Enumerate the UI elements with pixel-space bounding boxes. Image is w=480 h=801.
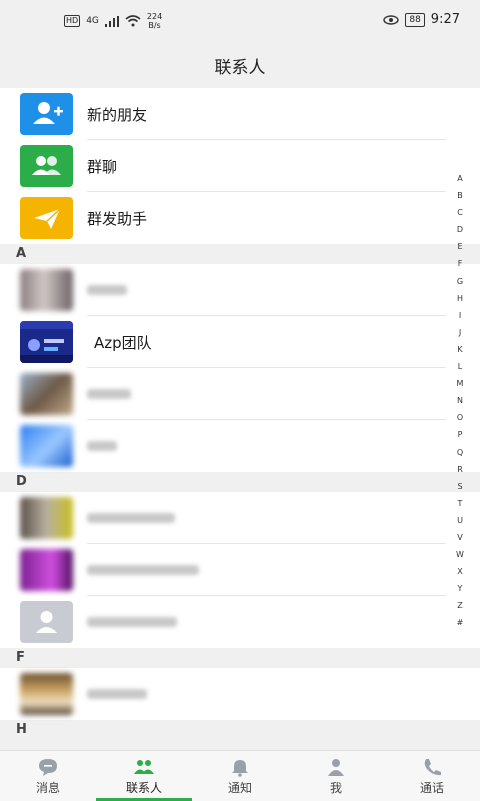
bell-icon	[232, 759, 248, 777]
index-letter[interactable]: R	[457, 461, 463, 478]
blurred-name	[87, 441, 117, 451]
blurred-name	[87, 617, 177, 627]
network-type: 4G	[86, 16, 99, 26]
status-bar: HD 4G 224 B/s 88 9:27	[0, 0, 480, 42]
tab-label: 通知	[227, 780, 252, 795]
add-friend-icon	[20, 93, 73, 135]
index-letter[interactable]: W	[456, 546, 464, 563]
avatar	[20, 549, 73, 591]
index-letter[interactable]: G	[457, 273, 463, 290]
phone-icon	[424, 758, 441, 775]
index-letter[interactable]: K	[457, 341, 462, 358]
index-letter[interactable]: U	[457, 512, 463, 529]
index-letter[interactable]: O	[457, 409, 463, 426]
group-icon	[20, 145, 73, 187]
index-letter[interactable]: A	[457, 170, 462, 187]
index-letter[interactable]: Y	[458, 580, 463, 597]
index-letter[interactable]: C	[457, 204, 463, 221]
tab-messages[interactable]: 消息	[0, 751, 96, 801]
tab-notifications[interactable]: 通知	[192, 751, 288, 801]
tab-contacts[interactable]: 联系人	[96, 751, 192, 801]
section-header: F	[0, 648, 480, 668]
feature-broadcast-assistant[interactable]: 群发助手	[0, 192, 480, 244]
avatar	[20, 673, 73, 715]
index-letter[interactable]: D	[457, 221, 463, 238]
index-letter[interactable]: Z	[457, 597, 462, 614]
contact-list[interactable]: 新的朋友 群聊 群发助手 A Azp团队 D F H	[0, 88, 480, 750]
contact-row[interactable]: Azp团队	[0, 316, 480, 368]
index-letter[interactable]: #	[457, 614, 464, 631]
avatar	[20, 373, 73, 415]
contacts-icon	[134, 759, 154, 774]
blurred-name	[87, 689, 147, 699]
tab-calls[interactable]: 通话	[384, 751, 480, 801]
default-avatar-icon	[20, 601, 73, 643]
index-letter[interactable]: H	[457, 290, 463, 307]
speed-unit: B/s	[148, 21, 161, 30]
status-left: HD 4G 224 B/s	[64, 12, 162, 30]
index-letter[interactable]: Q	[457, 444, 463, 461]
clock: 9:27	[430, 12, 460, 27]
tab-label: 通话	[419, 780, 444, 795]
contact-row[interactable]	[0, 420, 480, 472]
contact-row[interactable]	[0, 492, 480, 544]
index-letter[interactable]: J	[459, 324, 461, 341]
section-header: A	[0, 244, 480, 264]
feature-group-chat[interactable]: 群聊	[0, 140, 480, 192]
paper-plane-icon	[20, 197, 73, 239]
contact-name: Azp团队	[94, 333, 152, 352]
feature-label: 新的朋友	[87, 105, 148, 124]
contact-row[interactable]	[0, 668, 480, 720]
feature-new-friends[interactable]: 新的朋友	[0, 88, 480, 140]
index-letter[interactable]: P	[458, 426, 463, 443]
index-letter[interactable]: F	[458, 255, 463, 272]
index-letter[interactable]: X	[457, 563, 462, 580]
status-right: 88 9:27	[383, 12, 460, 27]
section-header: H	[0, 720, 480, 740]
index-letter[interactable]: B	[457, 187, 463, 204]
blurred-name	[87, 565, 199, 575]
section-header: D	[0, 472, 480, 492]
index-letter[interactable]: T	[458, 495, 463, 512]
index-letter[interactable]: L	[458, 358, 462, 375]
page-title-bar: 联系人	[0, 42, 480, 88]
index-letter[interactable]: I	[459, 307, 461, 324]
blurred-name	[87, 389, 131, 399]
index-letter[interactable]: S	[457, 478, 462, 495]
contact-row[interactable]	[0, 264, 480, 316]
wifi-icon	[125, 15, 141, 27]
index-letter[interactable]: N	[457, 392, 463, 409]
bottom-tab-bar: 消息 联系人 通知 我 通话	[0, 750, 480, 801]
tab-label: 消息	[35, 780, 60, 795]
tab-label: 联系人	[125, 780, 162, 795]
tab-label: 我	[329, 780, 342, 795]
feature-label: 群发助手	[87, 209, 148, 228]
page-title: 联系人	[214, 57, 266, 78]
avatar	[20, 321, 73, 363]
alphabet-index[interactable]: A B C D E F G H I J K L M N O P Q R S T U V W X Y Z #	[454, 170, 466, 632]
index-letter[interactable]: M	[457, 375, 464, 392]
eye-icon	[383, 14, 400, 25]
contact-row[interactable]	[0, 368, 480, 420]
hd-badge: HD	[64, 15, 81, 27]
chat-bubble-icon	[39, 758, 57, 776]
signal-icon	[104, 15, 119, 27]
blurred-name	[87, 513, 175, 523]
network-speed: 224 B/s	[147, 12, 162, 30]
avatar	[20, 269, 73, 311]
blurred-name	[87, 285, 127, 295]
index-letter[interactable]: E	[457, 238, 462, 255]
feature-label: 群聊	[87, 157, 118, 176]
person-icon	[328, 758, 344, 776]
speed-value: 224	[146, 12, 163, 21]
battery-indicator: 88	[405, 12, 425, 27]
tab-me[interactable]: 我	[288, 751, 384, 801]
index-letter[interactable]: V	[457, 529, 462, 546]
avatar	[20, 425, 73, 467]
contact-row[interactable]	[0, 596, 480, 648]
avatar	[20, 497, 73, 539]
contact-row[interactable]	[0, 544, 480, 596]
